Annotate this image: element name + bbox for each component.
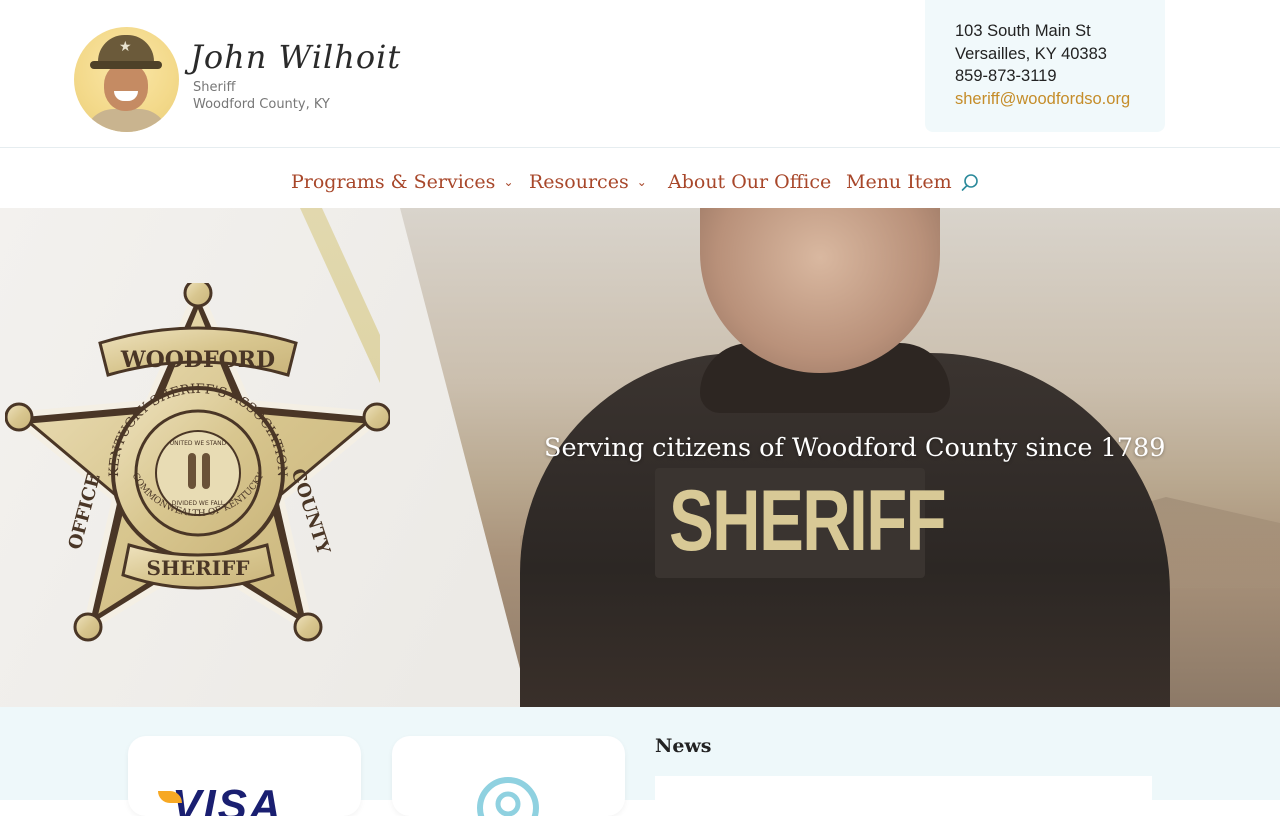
site-header: ★ John Wilhoit Sheriff Woodford County, …: [0, 0, 1280, 148]
contact-city: Versailles, KY 40383: [955, 44, 1107, 63]
search-icon[interactable]: [960, 173, 980, 193]
avatar-hat-brim: [90, 61, 162, 69]
nav-item-programs-services[interactable]: Programs & Services ⌄: [291, 171, 514, 193]
contact-box: 103 South Main St Versailles, KY 40383 8…: [925, 0, 1165, 132]
news-panel: [655, 776, 1152, 816]
nav-label: Programs & Services: [291, 171, 496, 193]
avatar-face: [104, 63, 148, 111]
avatar-shirt: [84, 109, 169, 132]
sheriff-avatar[interactable]: ★: [74, 27, 179, 132]
nav-item-menu-item[interactable]: Menu Item: [846, 171, 952, 193]
sheriff-title: Sheriff: [193, 80, 236, 95]
sheriff-patch: SHERIFF: [655, 468, 947, 578]
nav-label: About Our Office: [668, 171, 832, 193]
visa-label: VISA: [172, 781, 283, 816]
location-pin-icon: [477, 777, 539, 816]
contact-email-link[interactable]: sheriff@woodfordso.org: [955, 88, 1165, 111]
sheriff-signature[interactable]: John Wilhoit: [190, 38, 401, 76]
contact-phone[interactable]: 859-873-3119: [955, 65, 1165, 88]
nav-item-about-our-office[interactable]: About Our Office: [668, 171, 831, 193]
badge-text-left: OFFICE: [64, 471, 104, 552]
sheriff-county: Woodford County, KY: [193, 97, 330, 112]
badge-motto-bottom: DIVIDED WE FALL: [172, 500, 225, 507]
main-nav: Programs & Services ⌄ Resources ⌄ About Ou…: [0, 149, 1280, 208]
news-heading: News: [655, 735, 712, 757]
hero-tagline: Serving citizens of Woodford County sinc…: [544, 433, 1166, 463]
chevron-down-icon: ⌄: [503, 175, 514, 189]
badge-text-bottom: SHERIFF: [147, 556, 250, 580]
nav-item-resources[interactable]: Resources ⌄: [529, 171, 647, 193]
payment-card[interactable]: VISA: [128, 736, 361, 816]
badge-text-top: WOODFORD: [120, 347, 275, 373]
chevron-down-icon: ⌄: [636, 175, 647, 189]
contact-street: 103 South Main St: [955, 22, 1091, 40]
sheriff-badge-logo: WOODFORD SHERIFF OFFICE COUNTY KENTUCKY …: [5, 283, 390, 642]
hero-banner: SHERIFF Serving citizens of Woodford Cou…: [0, 208, 1280, 707]
nav-label: Menu Item: [846, 171, 952, 193]
lower-section: VISA News: [0, 707, 1280, 816]
patch-text: SHERIFF: [669, 473, 947, 569]
nav-label: Resources: [529, 171, 629, 193]
badge-motto-top: UNITED WE STAND: [170, 440, 227, 447]
location-card[interactable]: [392, 736, 625, 816]
visa-logo: VISA: [158, 781, 283, 816]
hat-star-icon: ★: [119, 39, 132, 55]
